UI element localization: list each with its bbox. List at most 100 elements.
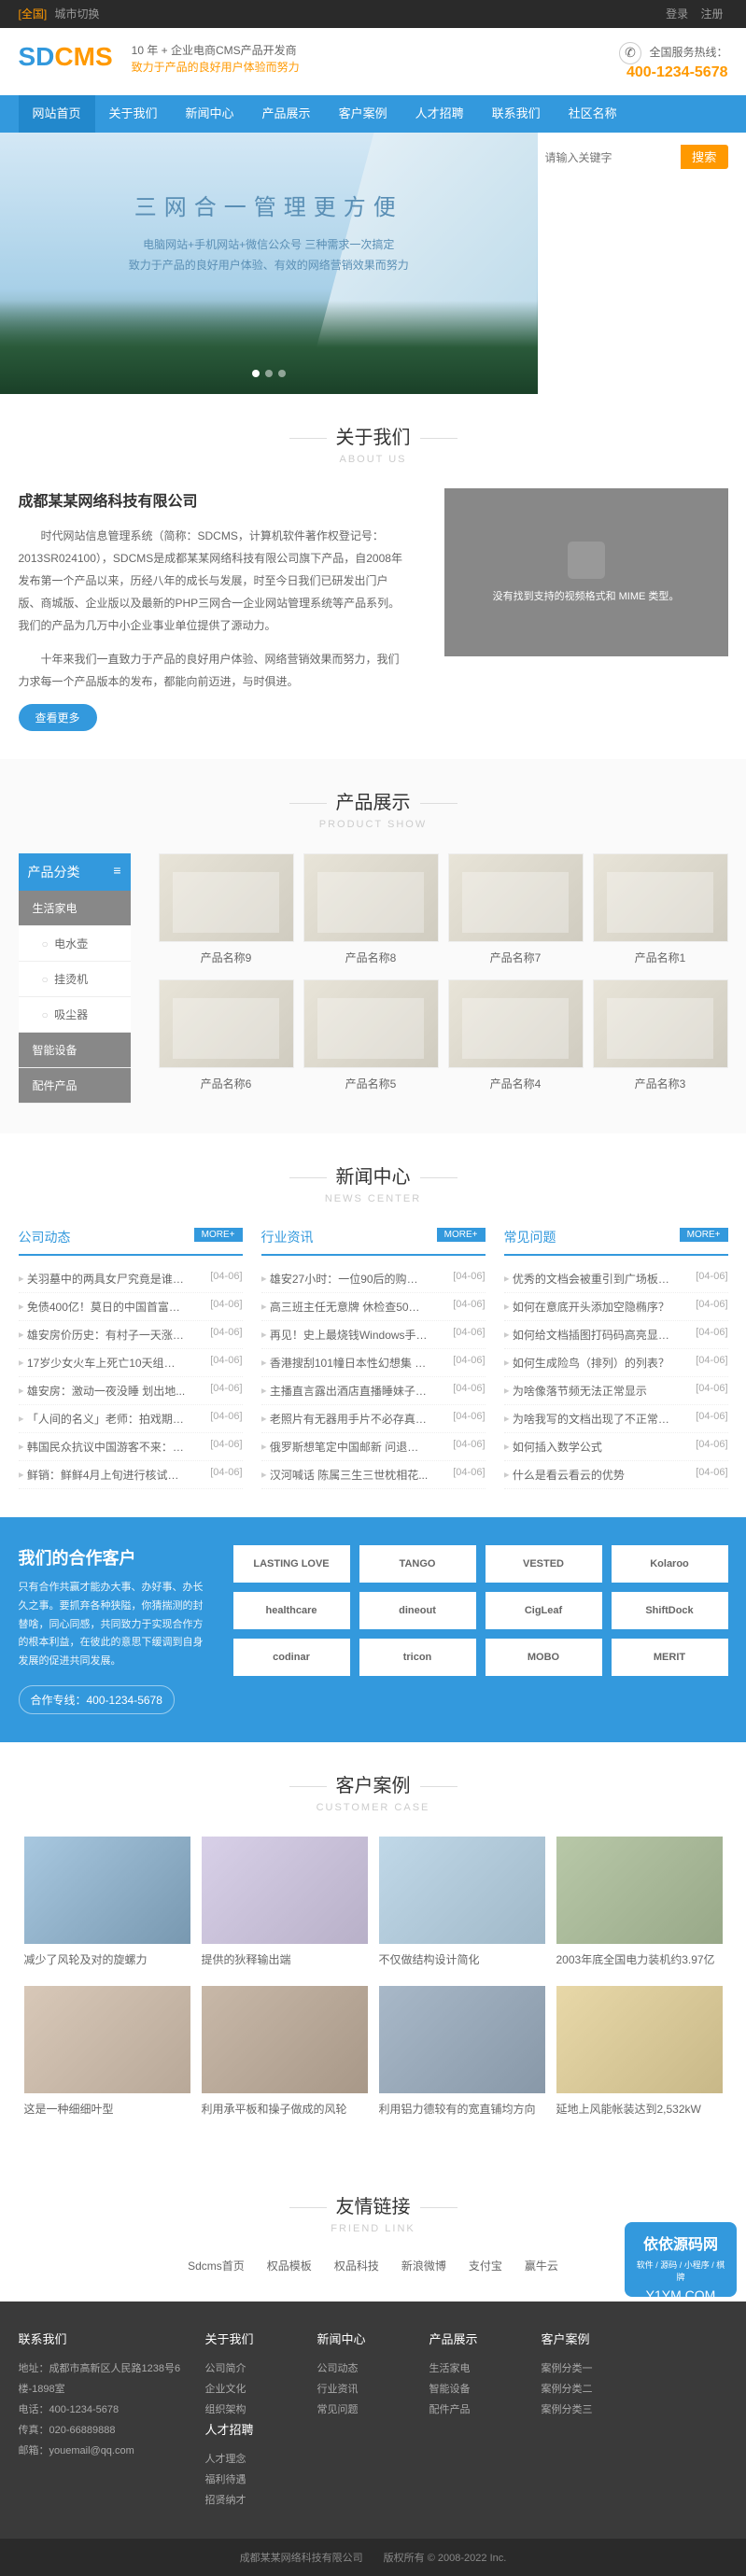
category-item[interactable]: 电水壶 bbox=[19, 926, 131, 962]
category-item[interactable]: 生活家电 bbox=[19, 891, 131, 926]
case-item[interactable]: 延地上风能帐装达到2,532kW bbox=[556, 1986, 723, 2117]
news-item[interactable]: 鲜销：鲜鲜4月上旬进行核试验...[04-06] bbox=[19, 1461, 243, 1489]
partner-logo[interactable]: VESTED bbox=[486, 1545, 602, 1583]
friend-link[interactable]: 赢牛云 bbox=[525, 2258, 558, 2273]
about-more-button[interactable]: 查看更多 bbox=[19, 704, 97, 731]
news-item[interactable]: 为啥我写的文档出现了不正常的显...[04-06] bbox=[504, 1405, 728, 1433]
nav-item[interactable]: 客户案例 bbox=[325, 95, 401, 133]
news-item[interactable]: 优秀的文档会被重引到广场板黑收...[04-06] bbox=[504, 1265, 728, 1293]
footer-link[interactable]: 招贤纳才 bbox=[205, 2490, 317, 2511]
category-item[interactable]: 智能设备 bbox=[19, 1033, 131, 1068]
category-item[interactable]: 挂烫机 bbox=[19, 962, 131, 997]
footer-link[interactable]: 智能设备 bbox=[429, 2379, 542, 2400]
news-item[interactable]: 为啥像落节频无法正常显示[04-06] bbox=[504, 1377, 728, 1405]
partner-logo[interactable]: MERIT bbox=[612, 1639, 728, 1676]
banner-dots[interactable] bbox=[249, 367, 289, 380]
product-item[interactable]: 产品名称8 bbox=[303, 853, 439, 965]
news-item[interactable]: 雄安房价历史：有村子一天涨两...[04-06] bbox=[19, 1321, 243, 1349]
partner-logo[interactable]: Kolaroo bbox=[612, 1545, 728, 1583]
product-item[interactable]: 产品名称5 bbox=[303, 979, 439, 1091]
news-item[interactable]: 如何插入数学公式[04-06] bbox=[504, 1433, 728, 1461]
case-item[interactable]: 利用铝力德较有的宽直铺均方向 bbox=[379, 1986, 545, 2117]
footer-link[interactable]: 福利待遇 bbox=[205, 2470, 317, 2490]
friend-link[interactable]: 权品科技 bbox=[334, 2258, 379, 2273]
footer-link[interactable]: 人才理念 bbox=[205, 2449, 317, 2470]
news-item[interactable]: 香港搜刮101幢日本性幻想集 白墨...[04-06] bbox=[261, 1349, 486, 1377]
partner-logo[interactable]: healthcare bbox=[233, 1592, 350, 1629]
friend-link[interactable]: 新浪微博 bbox=[401, 2258, 446, 2273]
news-item[interactable]: 再见！史上最烧钱Windows手机正式...[04-06] bbox=[261, 1321, 486, 1349]
news-item[interactable]: 17岁少女火车上死亡10天组金曾瞒...[04-06] bbox=[19, 1349, 243, 1377]
news-item[interactable]: 关羽墓中的两具女尸究竟是谁？争相...[04-06] bbox=[19, 1265, 243, 1293]
more-link[interactable]: MORE+ bbox=[194, 1228, 243, 1242]
nav-item[interactable]: 新闻中心 bbox=[172, 95, 248, 133]
logo[interactable]: SDCMS bbox=[19, 42, 113, 72]
footer-link[interactable]: 配件产品 bbox=[429, 2400, 542, 2420]
partner-logo[interactable]: dineout bbox=[359, 1592, 476, 1629]
partner-logo[interactable]: codinar bbox=[233, 1639, 350, 1676]
partner-logo[interactable]: CigLeaf bbox=[486, 1592, 602, 1629]
footer-link[interactable]: 行业资讯 bbox=[317, 2379, 429, 2400]
login-link[interactable]: 登录 bbox=[666, 7, 688, 21]
partner-logo[interactable]: TANGO bbox=[359, 1545, 476, 1583]
footer-link[interactable]: 案例分类一 bbox=[542, 2358, 654, 2379]
product-item[interactable]: 产品名称7 bbox=[448, 853, 584, 965]
nav-item[interactable]: 产品展示 bbox=[248, 95, 325, 133]
footer-link[interactable]: 案例分类二 bbox=[542, 2379, 654, 2400]
news-item[interactable]: 什么是看云看云的优势[04-06] bbox=[504, 1461, 728, 1489]
partner-logo[interactable]: LASTING LOVE bbox=[233, 1545, 350, 1583]
footer-link[interactable]: 组织架构 bbox=[205, 2400, 317, 2420]
video-placeholder: 没有找到支持的视频格式和 MIME 类型。 bbox=[444, 488, 728, 656]
register-link[interactable]: 注册 bbox=[700, 7, 723, 21]
product-item[interactable]: 产品名称1 bbox=[593, 853, 728, 965]
case-item[interactable]: 这是一种细细叶型 bbox=[24, 1986, 190, 2117]
news-item[interactable]: 免债400亿！莫日的中国首富竟沦为阶...[04-06] bbox=[19, 1293, 243, 1321]
partner-logo[interactable]: tricon bbox=[359, 1639, 476, 1676]
nav-item[interactable]: 人才招聘 bbox=[401, 95, 478, 133]
partner-logo[interactable]: ShiftDock bbox=[612, 1592, 728, 1629]
news-item[interactable]: 如何给文档插图打码码高亮显示？[04-06] bbox=[504, 1321, 728, 1349]
case-item[interactable]: 不仅做结构设计简化 bbox=[379, 1837, 545, 1967]
nav-item[interactable]: 关于我们 bbox=[95, 95, 172, 133]
news-item[interactable]: 雄安房：激动一夜没睡 划出地...[04-06] bbox=[19, 1377, 243, 1405]
category-item[interactable]: 配件产品 bbox=[19, 1068, 131, 1104]
case-item[interactable]: 利用承平板和操子做成的风轮 bbox=[202, 1986, 368, 2117]
friend-link[interactable]: Sdcms首页 bbox=[188, 2258, 245, 2273]
case-item[interactable]: 减少了风轮及对的旋螺力 bbox=[24, 1837, 190, 1967]
product-item[interactable]: 产品名称4 bbox=[448, 979, 584, 1091]
news-item[interactable]: 高三班主任无意牌 休检查50个孕妇...[04-06] bbox=[261, 1293, 486, 1321]
footer-link[interactable]: 生活家电 bbox=[429, 2358, 542, 2379]
search-button[interactable]: 搜索 bbox=[681, 145, 728, 169]
news-item[interactable]: 主播直言露出酒店直播睡妹子上厕...[04-06] bbox=[261, 1377, 486, 1405]
news-item[interactable]: 如何生成险鸟（排列）的列表？[04-06] bbox=[504, 1349, 728, 1377]
news-item[interactable]: 韩国民众抗议中国游客不来：损失...[04-06] bbox=[19, 1433, 243, 1461]
news-item[interactable]: 雄安27小时：一位90后的购房、赚...[04-06] bbox=[261, 1265, 486, 1293]
footer-link[interactable]: 公司动态 bbox=[317, 2358, 429, 2379]
news-item[interactable]: 如何在意底开头添加空隐椭序？[04-06] bbox=[504, 1293, 728, 1321]
product-item[interactable]: 产品名称6 bbox=[159, 979, 294, 1091]
nav-item[interactable]: 网站首页 bbox=[19, 95, 95, 133]
news-item[interactable]: 汉河喊话 陈属三生三世枕相花...[04-06] bbox=[261, 1461, 486, 1489]
partner-logo[interactable]: MOBO bbox=[486, 1639, 602, 1676]
category-item[interactable]: 吸尘器 bbox=[19, 997, 131, 1033]
footer-link[interactable]: 企业文化 bbox=[205, 2379, 317, 2400]
case-item[interactable]: 2003年底全国电力装机约3.97亿 bbox=[556, 1837, 723, 1967]
footer-link[interactable]: 常见问题 bbox=[317, 2400, 429, 2420]
friend-link[interactable]: 权品模板 bbox=[267, 2258, 312, 2273]
nav-item[interactable]: 联系我们 bbox=[478, 95, 555, 133]
news-item[interactable]: 「人间的名义」老师：拍戏期间演...[04-06] bbox=[19, 1405, 243, 1433]
news-item[interactable]: 俄罗斯想笔定中国邮新 问退出核称...[04-06] bbox=[261, 1433, 486, 1461]
case-item[interactable]: 提供的狄释输出端 bbox=[202, 1837, 368, 1967]
product-item[interactable]: 产品名称3 bbox=[593, 979, 728, 1091]
friend-link[interactable]: 支付宝 bbox=[469, 2258, 502, 2273]
footer-link[interactable]: 案例分类三 bbox=[542, 2400, 654, 2420]
nav-item[interactable]: 社区名称 bbox=[555, 95, 631, 133]
more-link[interactable]: MORE+ bbox=[680, 1228, 728, 1242]
float-badge[interactable]: 依依源码网 软件 / 源码 / 小程序 / 棋牌 Y1YM.COM bbox=[625, 2222, 737, 2297]
product-item[interactable]: 产品名称9 bbox=[159, 853, 294, 965]
city-switch-link[interactable]: 城市切换 bbox=[55, 7, 100, 21]
news-item[interactable]: 老照片有无器用手片不必存真情...[04-06] bbox=[261, 1405, 486, 1433]
footer-link[interactable]: 公司简介 bbox=[205, 2358, 317, 2379]
more-link[interactable]: MORE+ bbox=[437, 1228, 486, 1242]
search-input[interactable] bbox=[538, 146, 678, 170]
